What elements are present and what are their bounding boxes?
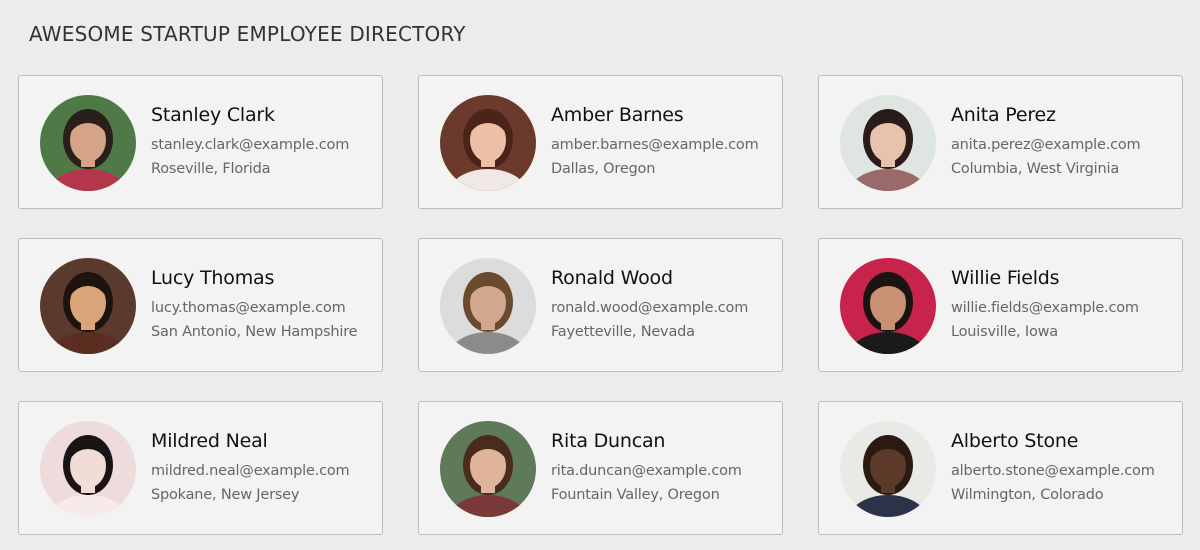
person-portrait-icon — [40, 420, 136, 517]
employee-card[interactable]: Amber Barnes amber.barnes@example.com Da… — [418, 75, 783, 209]
person-portrait-icon — [40, 94, 136, 191]
employee-info: Mildred Neal mildred.neal@example.com Sp… — [151, 429, 350, 507]
employee-card[interactable]: Stanley Clark stanley.clark@example.com … — [18, 75, 383, 209]
employee-name: Mildred Neal — [151, 429, 268, 452]
employee-email: lucy.thomas@example.com — [151, 299, 346, 316]
person-portrait-icon — [840, 257, 936, 354]
employee-avatar — [840, 420, 936, 517]
employee-name: Willie Fields — [951, 266, 1060, 289]
employee-location: Wilmington, Colorado — [951, 486, 1104, 503]
employee-email: mildred.neal@example.com — [151, 462, 350, 479]
employee-grid: Stanley Clark stanley.clark@example.com … — [18, 75, 1183, 535]
employee-avatar — [40, 94, 136, 191]
employee-info: Stanley Clark stanley.clark@example.com … — [151, 104, 349, 181]
employee-location: Columbia, West Virginia — [951, 160, 1120, 177]
employee-info: Rita Duncan rita.duncan@example.com Foun… — [551, 430, 742, 507]
employee-card[interactable]: Ronald Wood ronald.wood@example.com Faye… — [418, 238, 783, 372]
page-title: AWESOME STARTUP EMPLOYEE DIRECTORY — [29, 22, 466, 46]
employee-name: Ronald Wood — [551, 266, 673, 289]
employee-avatar — [440, 420, 536, 517]
person-portrait-icon — [840, 420, 936, 517]
employee-info: Amber Barnes amber.barnes@example.com Da… — [551, 104, 759, 181]
employee-location: Louisville, Iowa — [951, 323, 1058, 340]
employee-email: ronald.wood@example.com — [551, 299, 749, 316]
employee-info: Lucy Thomas lucy.thomas@example.com San … — [151, 266, 358, 344]
employee-location: Dallas, Oregon — [551, 160, 656, 177]
employee-avatar — [40, 420, 136, 517]
employee-card[interactable]: Lucy Thomas lucy.thomas@example.com San … — [18, 238, 383, 372]
employee-location: Fayetteville, Nevada — [551, 323, 695, 340]
person-portrait-icon — [440, 257, 536, 354]
employee-card[interactable]: Mildred Neal mildred.neal@example.com Sp… — [18, 401, 383, 535]
employee-card[interactable]: Alberto Stone alberto.stone@example.com … — [818, 401, 1183, 535]
employee-avatar — [440, 257, 536, 354]
employee-name: Amber Barnes — [551, 103, 684, 126]
employee-avatar — [840, 94, 936, 191]
employee-info: Ronald Wood ronald.wood@example.com Faye… — [551, 267, 748, 344]
employee-name: Rita Duncan — [551, 429, 666, 452]
employee-card[interactable]: Rita Duncan rita.duncan@example.com Foun… — [418, 401, 783, 535]
person-portrait-icon — [440, 420, 536, 517]
employee-name: Alberto Stone — [951, 429, 1079, 452]
employee-location: San Antonio, New Hampshire — [151, 323, 358, 340]
employee-email: alberto.stone@example.com — [951, 462, 1155, 479]
employee-card[interactable]: Willie Fields willie.fields@example.com … — [818, 238, 1183, 372]
employee-card[interactable]: Anita Perez anita.perez@example.com Colu… — [818, 75, 1183, 209]
employee-info: Alberto Stone alberto.stone@example.com … — [951, 430, 1155, 507]
person-portrait-icon — [40, 257, 136, 354]
employee-name: Anita Perez — [951, 103, 1056, 126]
employee-location: Roseville, Florida — [151, 160, 271, 177]
employee-email: anita.perez@example.com — [951, 136, 1141, 153]
person-portrait-icon — [840, 94, 936, 191]
employee-email: willie.fields@example.com — [951, 299, 1139, 316]
employee-avatar — [40, 257, 136, 354]
employee-name: Stanley Clark — [151, 103, 275, 126]
employee-location: Spokane, New Jersey — [151, 486, 300, 503]
employee-name: Lucy Thomas — [151, 266, 275, 289]
employee-avatar — [840, 257, 936, 354]
employee-email: amber.barnes@example.com — [551, 136, 759, 153]
employee-email: rita.duncan@example.com — [551, 462, 742, 479]
employee-info: Anita Perez anita.perez@example.com Colu… — [951, 103, 1141, 181]
employee-avatar — [440, 94, 536, 191]
employee-location: Fountain Valley, Oregon — [551, 486, 720, 503]
person-portrait-icon — [440, 94, 536, 191]
employee-email: stanley.clark@example.com — [151, 136, 350, 153]
employee-info: Willie Fields willie.fields@example.com … — [951, 267, 1139, 344]
